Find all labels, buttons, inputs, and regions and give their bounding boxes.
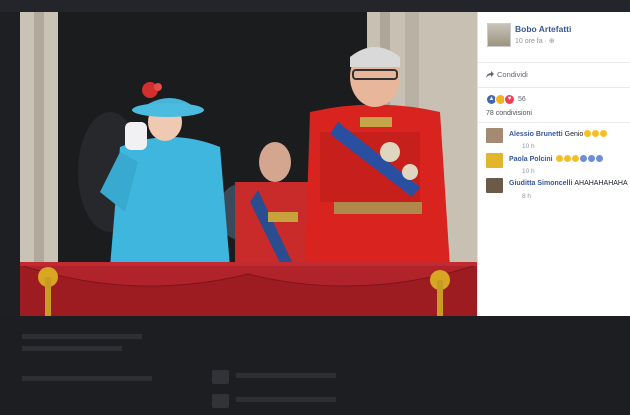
dimmed-background xyxy=(0,318,630,415)
post-header: Bobo Artefatti 10 ore fa · ⊕ xyxy=(478,12,630,63)
commenter-name[interactable]: Paola Polcini xyxy=(509,156,553,163)
comment-time[interactable]: 8 h xyxy=(522,193,531,200)
thumbs-up-emoji-icon xyxy=(595,155,603,162)
photo-illustration xyxy=(20,12,477,316)
reactions-row[interactable]: ▲ ♥ 56 xyxy=(478,88,630,108)
comment-text: Genio xyxy=(564,131,584,138)
background-text-line xyxy=(236,373,336,378)
page-avatar[interactable] xyxy=(487,23,511,47)
commenter-avatar[interactable] xyxy=(486,178,503,193)
divider xyxy=(478,122,630,123)
laughing-emoji-icon xyxy=(571,155,579,162)
comment-text: AHAHAHAHAHA xyxy=(574,180,628,187)
post-timestamp[interactable]: 10 ore fa · ⊕ xyxy=(515,37,555,45)
commenter-name[interactable]: Alessio Brunetti xyxy=(509,131,563,138)
share-label: Condividi xyxy=(497,70,528,79)
thumbs-up-emoji-icon xyxy=(579,155,587,162)
laughing-emoji-icon xyxy=(600,130,608,137)
laughing-emoji-icon xyxy=(584,130,592,137)
background-text-line xyxy=(22,334,142,339)
shares-count[interactable]: 78 condivisioni xyxy=(486,110,532,117)
share-button[interactable]: Condividi xyxy=(486,70,528,79)
laughing-emoji-icon xyxy=(555,155,563,162)
post-actions: Condividi xyxy=(478,63,630,88)
page-name-link[interactable]: Bobo Artefatti xyxy=(515,24,571,34)
love-reaction-icon: ♥ xyxy=(504,94,515,105)
background-text-line xyxy=(22,346,122,351)
background-avatar xyxy=(212,394,229,408)
comment-time[interactable]: 10 h xyxy=(522,168,535,175)
share-icon xyxy=(486,71,494,78)
post-photo[interactable] xyxy=(20,12,477,316)
laughing-emoji-icon xyxy=(563,155,571,162)
background-text-line xyxy=(22,376,152,381)
background-text-line xyxy=(236,397,336,402)
post-sidebar: Bobo Artefatti 10 ore fa · ⊕ Condividi ▲… xyxy=(477,12,630,316)
commenter-avatar[interactable] xyxy=(486,153,503,168)
comment-time[interactable]: 10 h xyxy=(522,143,535,150)
thumbs-up-emoji-icon xyxy=(587,155,595,162)
commenter-name[interactable]: Giuditta Simoncelli xyxy=(509,180,572,187)
background-top-bar xyxy=(0,0,630,12)
reaction-count[interactable]: 56 xyxy=(518,96,526,103)
background-avatar xyxy=(212,370,229,384)
commenter-avatar[interactable] xyxy=(486,128,503,143)
laughing-emoji-icon xyxy=(592,130,600,137)
